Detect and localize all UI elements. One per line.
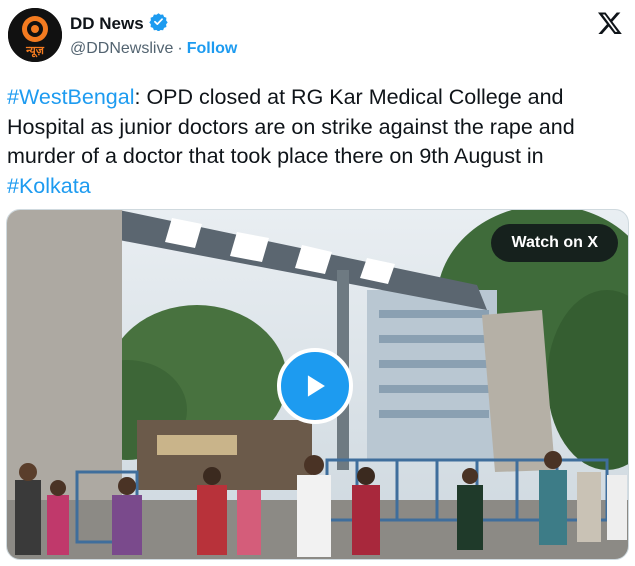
watch-on-x-button[interactable]: Watch on X xyxy=(491,224,618,262)
follow-button[interactable]: Follow xyxy=(187,40,238,58)
verified-badge-icon xyxy=(149,12,168,36)
avatar-text: न्यूज़ xyxy=(25,44,45,58)
author-display-name[interactable]: DD News xyxy=(70,14,144,34)
hashtag-westbengal[interactable]: #WestBengal xyxy=(7,85,135,109)
dd-news-logo-icon: न्यूज़ xyxy=(8,8,62,62)
separator-dot: · xyxy=(177,40,183,57)
author-name-row: DD News xyxy=(70,12,168,36)
video-player[interactable]: Watch on X xyxy=(6,209,629,560)
play-button[interactable] xyxy=(277,348,353,424)
author-handle-row: @DDNewslive · Follow xyxy=(70,40,237,58)
author-handle[interactable]: @DDNewslive xyxy=(70,40,173,58)
play-icon xyxy=(307,375,325,397)
hashtag-kolkata[interactable]: #Kolkata xyxy=(7,174,91,198)
tweet-text: #WestBengal: OPD closed at RG Kar Medica… xyxy=(7,83,627,201)
avatar[interactable]: न्यूज़ xyxy=(8,8,62,62)
x-logo-icon[interactable] xyxy=(597,10,623,36)
